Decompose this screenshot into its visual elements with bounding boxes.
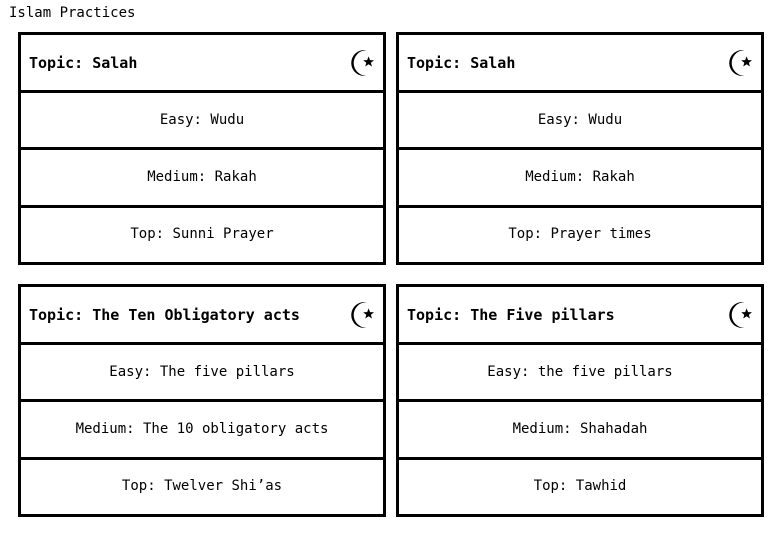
card-row-text: Top: Sunni Prayer bbox=[130, 226, 274, 243]
topic-card[interactable]: Topic: Salah Easy: Wudu Medium: Rakah To… bbox=[396, 32, 764, 265]
card-row: Easy: Wudu bbox=[399, 93, 761, 151]
card-header: Topic: The Five pillars bbox=[399, 287, 761, 345]
card-row: Top: Sunni Prayer bbox=[21, 208, 383, 262]
topic-card[interactable]: Topic: The Five pillars Easy: the five p… bbox=[396, 284, 764, 517]
card-header: Topic: Salah bbox=[399, 35, 761, 93]
card-row-text: Easy: Wudu bbox=[159, 111, 245, 128]
card-row: Medium: Shahadah bbox=[399, 402, 761, 460]
card-title: Topic: The Ten Obligatory acts bbox=[29, 305, 300, 324]
card-row: Medium: The 10 obligatory acts bbox=[21, 402, 383, 460]
card-row: Medium: Rakah bbox=[21, 150, 383, 208]
card-row-text: Top: Twelver Shi’as bbox=[121, 478, 283, 495]
card-title: Topic: Salah bbox=[29, 53, 138, 72]
card-header: Topic: The Ten Obligatory acts bbox=[21, 287, 383, 345]
card-row-text: Top: Tawhid bbox=[533, 478, 627, 495]
star-and-crescent-icon bbox=[722, 42, 756, 83]
page-title: Islam Practices bbox=[9, 5, 136, 21]
topic-card[interactable]: Topic: The Ten Obligatory acts Easy: The… bbox=[18, 284, 386, 517]
star-and-crescent-icon bbox=[722, 294, 756, 335]
card-row-text: Easy: the five pillars bbox=[487, 363, 673, 380]
card-header: Topic: Salah bbox=[21, 35, 383, 93]
card-row: Easy: The five pillars bbox=[21, 345, 383, 403]
card-title: Topic: Salah bbox=[407, 53, 516, 72]
star-and-crescent-icon bbox=[344, 294, 378, 335]
card-row-text: Medium: Rakah bbox=[525, 168, 635, 185]
card-row-text: Medium: The 10 obligatory acts bbox=[75, 420, 329, 437]
topic-card-grid: Topic: Salah Easy: Wudu Medium: Rakah To… bbox=[18, 32, 764, 517]
card-title: Topic: The Five pillars bbox=[407, 305, 615, 324]
star-and-crescent-icon bbox=[344, 42, 378, 83]
card-row: Medium: Rakah bbox=[399, 150, 761, 208]
card-row-text: Top: Prayer times bbox=[508, 226, 652, 243]
card-row-text: Medium: Rakah bbox=[147, 168, 257, 185]
card-row: Top: Tawhid bbox=[399, 460, 761, 514]
card-row: Easy: Wudu bbox=[21, 93, 383, 151]
card-row: Easy: the five pillars bbox=[399, 345, 761, 403]
islam-practices-page: Islam Practices Topic: Salah Easy: Wudu … bbox=[0, 0, 780, 540]
card-row-text: Medium: Shahadah bbox=[512, 420, 648, 437]
card-row: Top: Twelver Shi’as bbox=[21, 460, 383, 514]
card-row-text: Easy: The five pillars bbox=[109, 363, 295, 380]
topic-card[interactable]: Topic: Salah Easy: Wudu Medium: Rakah To… bbox=[18, 32, 386, 265]
card-row-text: Easy: Wudu bbox=[537, 111, 623, 128]
card-row: Top: Prayer times bbox=[399, 208, 761, 262]
